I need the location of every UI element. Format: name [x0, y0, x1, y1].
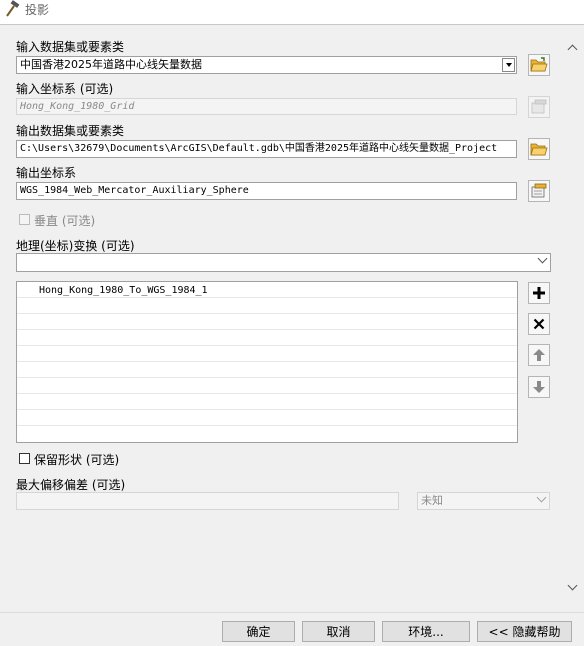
- input-crs-properties-button: [528, 96, 550, 118]
- vertical-scrollbar[interactable]: [562, 26, 582, 606]
- list-item[interactable]: Hong_Kong_1980_To_WGS_1984_1: [17, 282, 517, 298]
- preserve-shape-checkbox[interactable]: [19, 453, 30, 464]
- close-icon: [533, 318, 545, 330]
- list-item-text: Hong_Kong_1980_To_WGS_1984_1: [39, 285, 208, 296]
- folder-open-icon: [530, 143, 548, 156]
- hide-help-button[interactable]: << 隐藏帮助: [477, 621, 572, 642]
- input-crs-label: 输入坐标系 (可选): [16, 82, 114, 96]
- vertical-label: 垂直 (可选): [34, 214, 96, 228]
- output-dataset-label: 输出数据集或要素类: [16, 124, 125, 138]
- environments-button[interactable]: 环境...: [382, 621, 470, 642]
- output-dataset-browse-button[interactable]: [528, 138, 550, 160]
- list-item: [17, 394, 517, 410]
- properties-icon: [531, 183, 547, 198]
- list-item: [17, 298, 517, 314]
- vertical-checkbox: [19, 214, 30, 225]
- list-item: [17, 362, 517, 378]
- chevron-down-icon[interactable]: [537, 254, 548, 264]
- plus-icon: [533, 287, 545, 299]
- max-offset-unit-value: 未知: [421, 494, 443, 507]
- cancel-button[interactable]: 取消: [302, 621, 375, 642]
- remove-transform-button[interactable]: [528, 313, 550, 335]
- output-dataset-input[interactable]: C:\Users\32679\Documents\ArcGIS\Default.…: [16, 140, 517, 158]
- preserve-shape-label: 保留形状 (可选): [34, 453, 120, 467]
- max-offset-unit-combo: 未知: [417, 492, 550, 510]
- ok-button[interactable]: 确定: [222, 621, 295, 642]
- list-item: [17, 378, 517, 394]
- arrow-down-icon: [533, 381, 545, 393]
- geo-transform-label: 地理(坐标)变换 (可选): [16, 239, 135, 253]
- input-dataset-label: 输入数据集或要素类: [16, 40, 125, 54]
- title-bar: 投影: [0, 0, 584, 25]
- max-offset-label: 最大偏移偏差 (可选): [16, 478, 126, 492]
- arrow-up-icon: [533, 349, 545, 361]
- output-crs-label: 输出坐标系: [16, 166, 77, 180]
- move-down-button[interactable]: [528, 376, 550, 398]
- window-title: 投影: [25, 3, 50, 17]
- geo-transform-combo[interactable]: [16, 253, 551, 272]
- output-crs-input[interactable]: WGS_1984_Web_Mercator_Auxiliary_Sphere: [16, 182, 517, 200]
- folder-open-icon: [530, 57, 548, 72]
- max-offset-input: [16, 492, 399, 510]
- scroll-down-icon[interactable]: [567, 580, 577, 592]
- list-item: [17, 410, 517, 426]
- input-dataset-combo[interactable]: 中国香港2025年道路中心线矢量数据: [16, 56, 517, 74]
- chevron-down-icon[interactable]: [502, 58, 515, 72]
- scroll-up-icon[interactable]: [567, 42, 577, 54]
- chevron-down-icon: [536, 493, 547, 503]
- add-transform-button[interactable]: [528, 282, 550, 304]
- hammer-icon: [6, 0, 20, 17]
- input-dataset-browse-button[interactable]: [528, 54, 550, 76]
- output-crs-properties-button[interactable]: [528, 180, 550, 202]
- list-item: [17, 330, 517, 346]
- input-dataset-value: 中国香港2025年道路中心线矢量数据: [20, 58, 202, 71]
- list-item: [17, 346, 517, 362]
- input-crs-field: Hong_Kong_1980_Grid: [16, 98, 517, 115]
- properties-icon: [531, 99, 547, 114]
- geo-transform-list[interactable]: Hong_Kong_1980_To_WGS_1984_1: [16, 281, 518, 443]
- move-up-button[interactable]: [528, 344, 550, 366]
- list-item: [17, 314, 517, 330]
